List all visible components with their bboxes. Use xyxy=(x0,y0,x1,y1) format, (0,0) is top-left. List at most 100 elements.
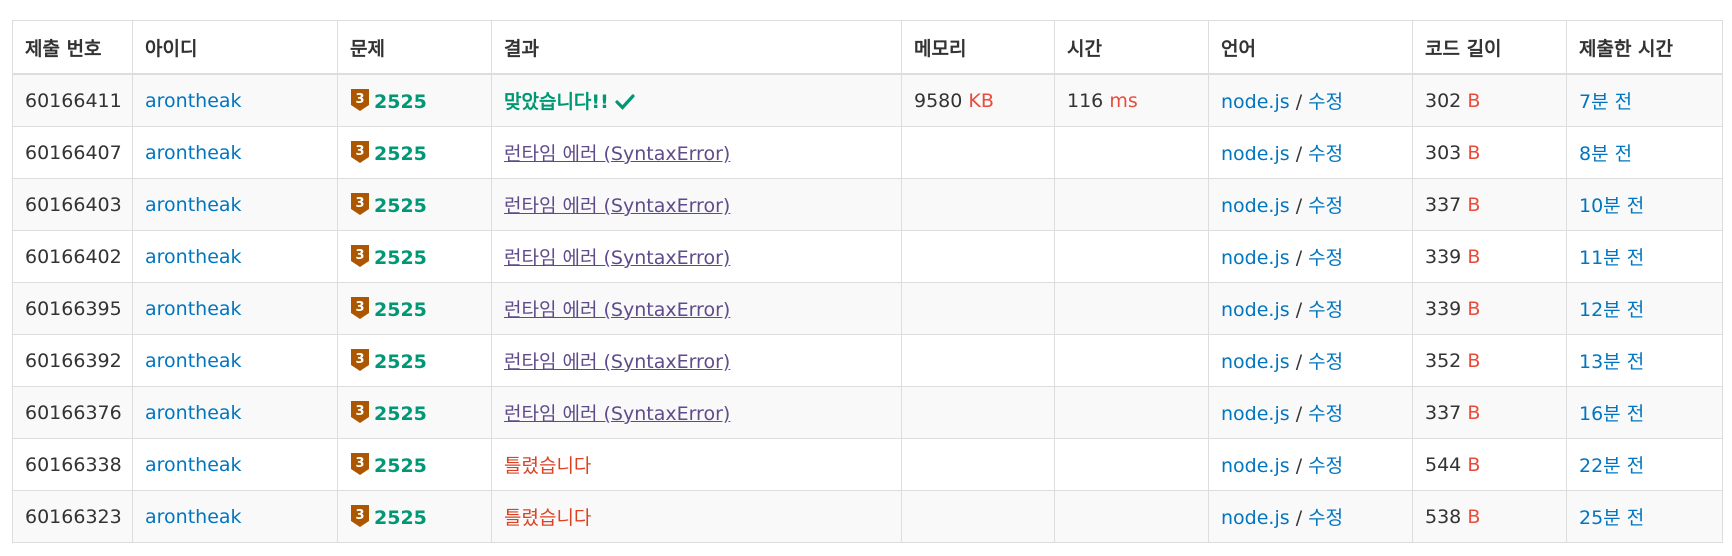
language-separator: / xyxy=(1295,299,1303,321)
problem-link[interactable]: 2525 xyxy=(374,351,427,373)
problem-link[interactable]: 2525 xyxy=(374,143,427,165)
edit-link[interactable]: 수정 xyxy=(1308,91,1343,113)
user-link[interactable]: arontheak xyxy=(145,454,242,476)
table-row: 60166395 arontheak 3 2525 런타임 에러 (Syntax… xyxy=(12,282,1723,335)
submitted-time-cell: 16분 전 xyxy=(1566,386,1723,439)
result-text[interactable]: 런타임 에러 (SyntaxError) xyxy=(504,247,730,269)
code-length-unit: B xyxy=(1467,89,1481,112)
table-row: 60166376 arontheak 3 2525 런타임 에러 (Syntax… xyxy=(12,386,1723,439)
submission-id: 60166376 xyxy=(12,386,133,439)
language-link[interactable]: node.js xyxy=(1221,455,1290,477)
submitted-time-link[interactable]: 7분 전 xyxy=(1579,91,1632,113)
result-cell: 런타임 에러 (SyntaxError) xyxy=(491,178,902,231)
language-link[interactable]: node.js xyxy=(1221,507,1290,529)
time-cell: 116 ms xyxy=(1054,73,1209,127)
result-text[interactable]: 틀렸습니다 xyxy=(504,455,591,477)
language-cell: node.js / 수정 xyxy=(1208,386,1413,439)
language-cell: node.js / 수정 xyxy=(1208,282,1413,335)
language-cell: node.js / 수정 xyxy=(1208,230,1413,283)
language-cell: node.js / 수정 xyxy=(1208,334,1413,387)
language-link[interactable]: node.js xyxy=(1221,403,1290,425)
language-link[interactable]: node.js xyxy=(1221,351,1290,373)
result-text[interactable]: 런타임 에러 (SyntaxError) xyxy=(504,403,730,425)
user-link[interactable]: arontheak xyxy=(145,246,242,268)
submitted-time-link[interactable]: 10분 전 xyxy=(1579,195,1644,217)
language-cell: node.js / 수정 xyxy=(1208,178,1413,231)
time-cell xyxy=(1054,386,1209,439)
user-link[interactable]: arontheak xyxy=(145,506,242,528)
bronze-tier-badge-icon: 3 xyxy=(351,505,369,527)
language-link[interactable]: node.js xyxy=(1221,195,1290,217)
problem-link[interactable]: 2525 xyxy=(374,247,427,269)
memory-cell xyxy=(901,334,1055,387)
edit-link[interactable]: 수정 xyxy=(1308,299,1343,321)
header-memory: 메모리 xyxy=(901,20,1055,75)
submitted-time-link[interactable]: 8분 전 xyxy=(1579,143,1632,165)
time-cell xyxy=(1054,490,1209,543)
result-text[interactable]: 런타임 에러 (SyntaxError) xyxy=(504,299,730,321)
problem-link[interactable]: 2525 xyxy=(374,299,427,321)
problem-link[interactable]: 2525 xyxy=(374,507,427,529)
user-link[interactable]: arontheak xyxy=(145,350,242,372)
edit-link[interactable]: 수정 xyxy=(1308,143,1343,165)
language-link[interactable]: node.js xyxy=(1221,91,1290,113)
problem-cell: 3 2525 xyxy=(337,73,492,127)
memory-cell xyxy=(901,386,1055,439)
result-cell: 틀렸습니다 xyxy=(491,438,902,491)
user-link[interactable]: arontheak xyxy=(145,90,242,112)
edit-link[interactable]: 수정 xyxy=(1308,455,1343,477)
submission-id: 60166392 xyxy=(12,334,133,387)
submitted-time-link[interactable]: 16분 전 xyxy=(1579,403,1644,425)
submitted-time-link[interactable]: 22분 전 xyxy=(1579,455,1644,477)
problem-link[interactable]: 2525 xyxy=(374,195,427,217)
bronze-tier-badge-icon: 3 xyxy=(351,349,369,371)
result-text[interactable]: 런타임 에러 (SyntaxError) xyxy=(504,143,730,165)
submitted-time-cell: 12분 전 xyxy=(1566,282,1723,335)
result-text[interactable]: 런타임 에러 (SyntaxError) xyxy=(504,351,730,373)
edit-link[interactable]: 수정 xyxy=(1308,247,1343,269)
result-text[interactable]: 틀렸습니다 xyxy=(504,507,591,529)
language-link[interactable]: node.js xyxy=(1221,247,1290,269)
header-user-id: 아이디 xyxy=(132,20,338,75)
code-length-value: 339 xyxy=(1425,297,1462,320)
user-link[interactable]: arontheak xyxy=(145,194,242,216)
user-cell: arontheak xyxy=(132,230,338,283)
language-separator: / xyxy=(1295,143,1303,165)
code-length-value: 302 xyxy=(1425,89,1462,112)
language-cell: node.js / 수정 xyxy=(1208,73,1413,127)
submitted-time-link[interactable]: 13분 전 xyxy=(1579,351,1644,373)
problem-link[interactable]: 2525 xyxy=(374,91,427,113)
result-cell: 맞았습니다!! xyxy=(491,73,902,127)
language-link[interactable]: node.js xyxy=(1221,299,1290,321)
bronze-tier-badge-icon: 3 xyxy=(351,193,369,215)
code-length-cell: 339 B xyxy=(1412,230,1567,283)
submitted-time-link[interactable]: 11분 전 xyxy=(1579,247,1644,269)
submitted-time-link[interactable]: 12분 전 xyxy=(1579,299,1644,321)
submission-id-text: 60166403 xyxy=(25,193,122,216)
user-link[interactable]: arontheak xyxy=(145,402,242,424)
memory-cell xyxy=(901,282,1055,335)
code-length-unit: B xyxy=(1467,245,1481,268)
submitted-time-link[interactable]: 25분 전 xyxy=(1579,507,1644,529)
code-length-unit: B xyxy=(1467,453,1481,476)
edit-link[interactable]: 수정 xyxy=(1308,195,1343,217)
user-cell: arontheak xyxy=(132,178,338,231)
user-link[interactable]: arontheak xyxy=(145,298,242,320)
problem-link[interactable]: 2525 xyxy=(374,403,427,425)
result-text[interactable]: 맞았습니다!! xyxy=(504,91,609,113)
language-separator: / xyxy=(1295,195,1303,217)
table-header-row: 제출 번호 아이디 문제 결과 메모리 시간 언어 코드 길이 제출한 시간 xyxy=(12,20,1723,75)
memory-cell xyxy=(901,126,1055,179)
language-link[interactable]: node.js xyxy=(1221,143,1290,165)
submission-id: 60166323 xyxy=(12,490,133,543)
edit-link[interactable]: 수정 xyxy=(1308,507,1343,529)
edit-link[interactable]: 수정 xyxy=(1308,403,1343,425)
bronze-tier-badge-icon: 3 xyxy=(351,245,369,267)
problem-cell: 3 2525 xyxy=(337,438,492,491)
problem-link[interactable]: 2525 xyxy=(374,455,427,477)
result-text[interactable]: 런타임 에러 (SyntaxError) xyxy=(504,195,730,217)
edit-link[interactable]: 수정 xyxy=(1308,351,1343,373)
header-language: 언어 xyxy=(1208,20,1413,75)
user-link[interactable]: arontheak xyxy=(145,142,242,164)
language-separator: / xyxy=(1295,351,1303,373)
